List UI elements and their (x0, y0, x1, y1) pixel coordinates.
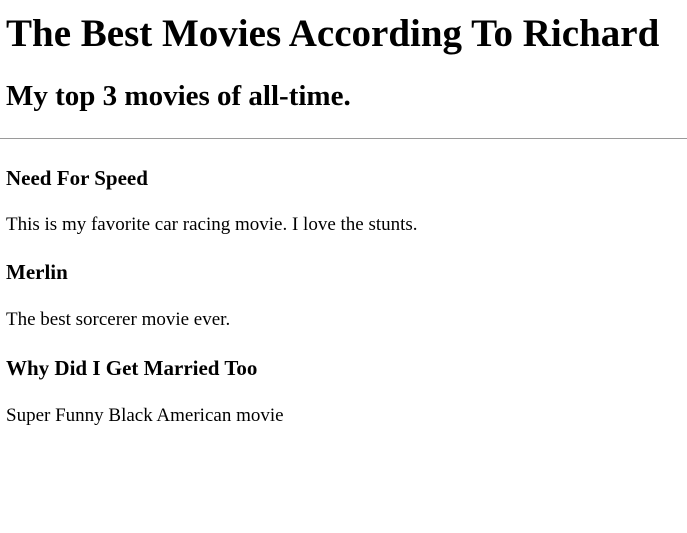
page-content: The Best Movies According To Richard My … (0, 0, 687, 427)
movie-title: Need For Speed (6, 166, 148, 190)
divider (0, 138, 687, 139)
movie-item-why-did-i-get-married-too: Why Did I Get Married Too Super Funny Bl… (6, 356, 682, 427)
movie-item-merlin: Merlin The best sorcerer movie ever. (6, 260, 682, 331)
page-title: The Best Movies According To Richard (6, 12, 660, 55)
movie-description: The best sorcerer movie ever. (6, 309, 231, 330)
movie-description: Super Funny Black American movie (6, 405, 284, 426)
page-subtitle: My top 3 movies of all-time. (6, 80, 351, 112)
movie-item-need-for-speed: Need For Speed This is my favorite car r… (6, 166, 682, 236)
movie-title: Merlin (6, 260, 68, 284)
movie-description: This is my favorite car racing movie. I … (6, 214, 418, 235)
movie-title: Why Did I Get Married Too (6, 356, 258, 380)
